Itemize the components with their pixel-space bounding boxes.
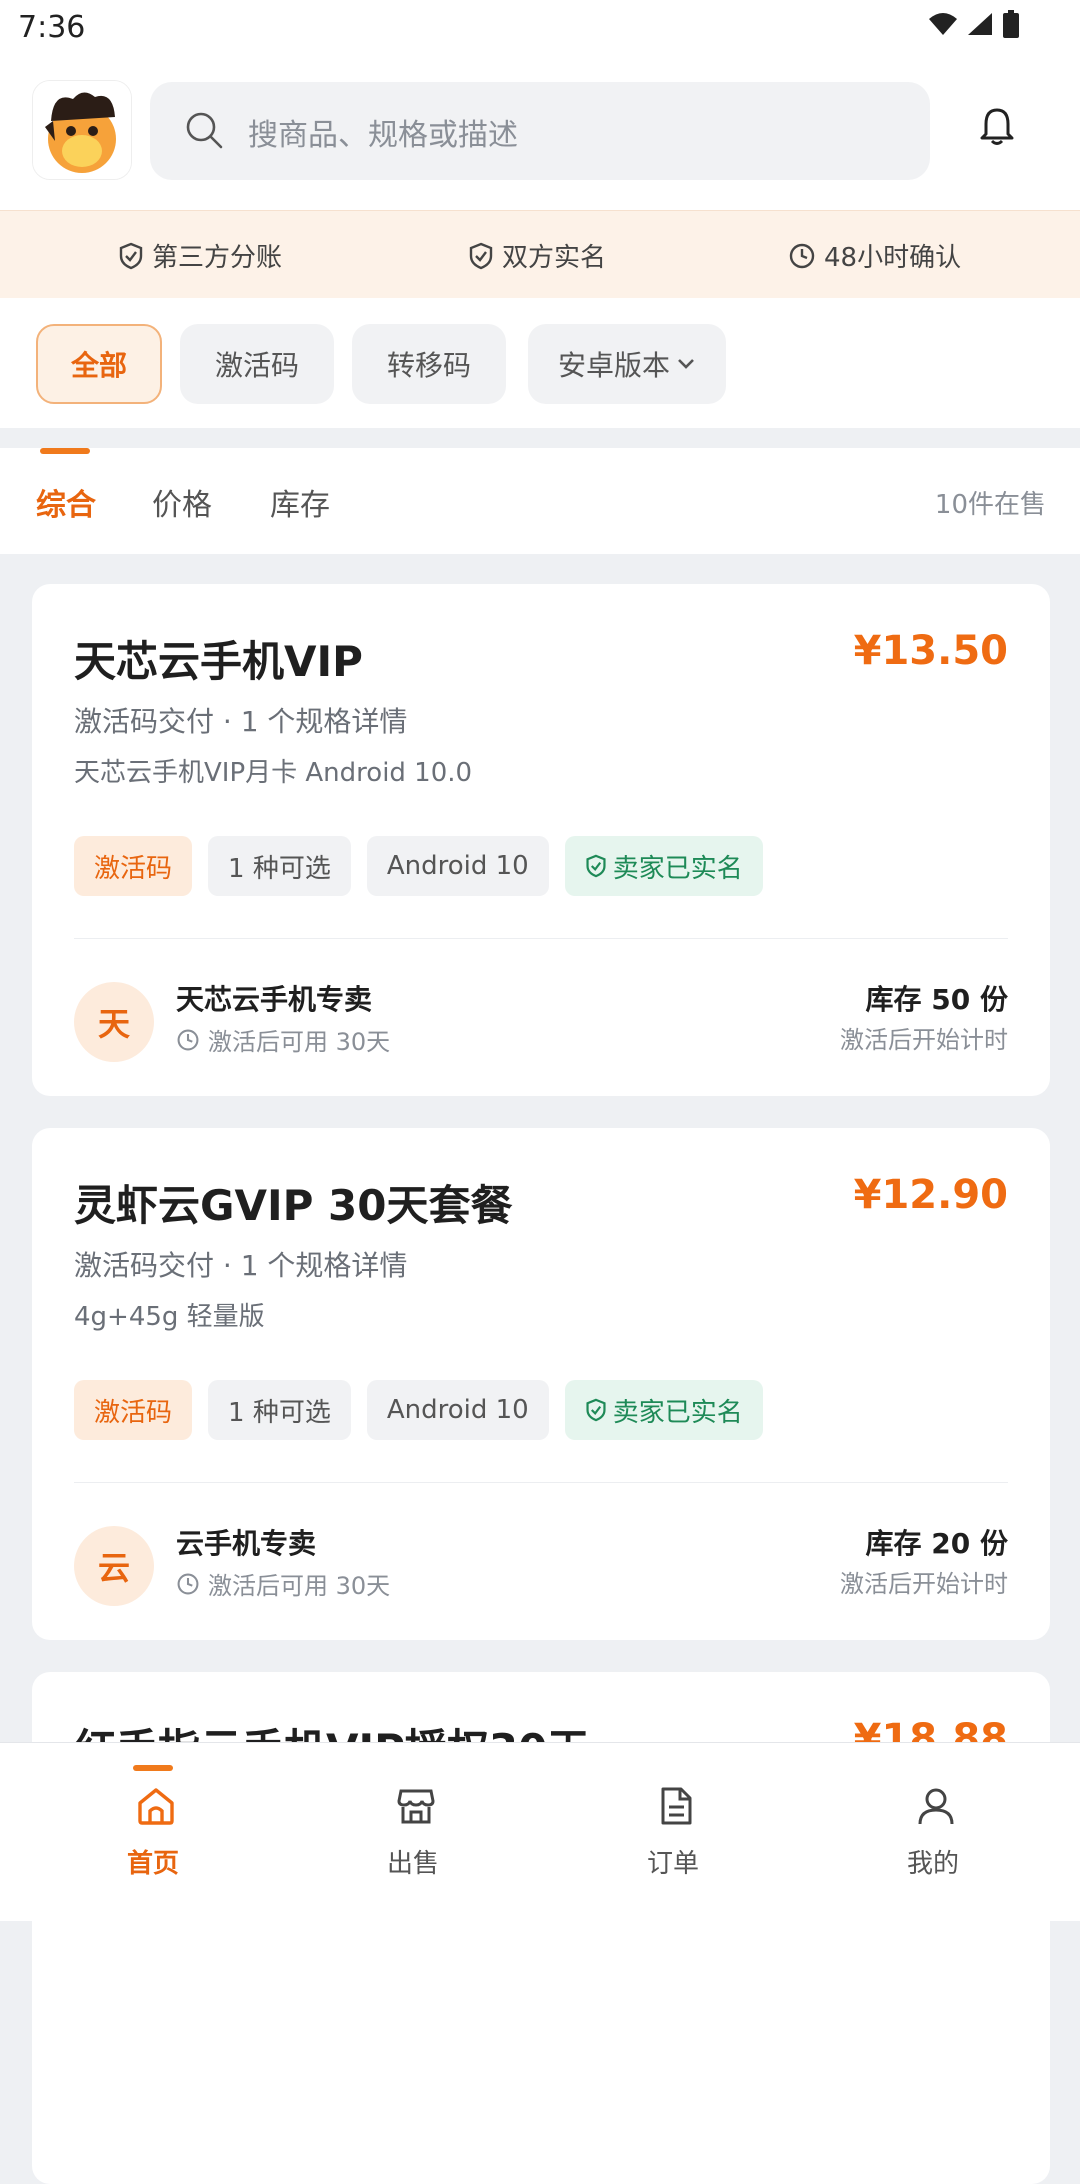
- sort-bar: 综合 价格 库存 10件在售: [0, 448, 1080, 554]
- nav-me[interactable]: 我的: [798, 1743, 1068, 1921]
- search-bar[interactable]: 搜商品、规格或描述: [150, 82, 930, 180]
- clock-icon: [789, 243, 815, 268]
- wifi-icon: [929, 13, 957, 35]
- divider: [74, 938, 1008, 939]
- tag-android-version: Android 10: [366, 836, 549, 896]
- seller-name: 云手机专卖: [176, 1527, 317, 1560]
- filter-chip-all[interactable]: 全部: [36, 324, 162, 404]
- product-stock: 库存 20 份: [865, 1527, 1008, 1560]
- tag-label: 卖家已实名: [612, 1397, 743, 1428]
- tag-options: 1 种可选: [208, 836, 351, 896]
- tag-options: 1 种可选: [208, 1380, 351, 1440]
- status-time: 7:36: [18, 10, 86, 45]
- shield-icon: [469, 242, 493, 269]
- stock-note: 激活后开始计时: [840, 1026, 1008, 1054]
- guarantee-real-name: 双方实名: [468, 237, 606, 274]
- stock-note: 激活后开始计时: [840, 1570, 1008, 1598]
- chip-label: 激活码: [214, 349, 299, 382]
- seller-validity: 激活后可用 30天: [176, 1022, 390, 1057]
- shield-icon: [119, 242, 143, 269]
- sort-tab-comprehensive[interactable]: 综合: [36, 480, 96, 524]
- notification-button[interactable]: [980, 106, 1014, 150]
- seller-avatar: 天: [74, 982, 154, 1062]
- product-price: ¥13.50: [853, 628, 1008, 674]
- bottom-nav: 首页 出售 订单 我的: [0, 1742, 1080, 1921]
- clock-icon: [177, 1573, 199, 1594]
- nav-label: 我的: [906, 1849, 959, 1879]
- status-icons: [928, 10, 1020, 38]
- seller-name: 天芯云手机专卖: [176, 983, 373, 1016]
- product-tags: 激活码 1 种可选 Android 10 卖家已实名: [74, 836, 763, 896]
- product-tags: 激活码 1 种可选 Android 10 卖家已实名: [74, 1380, 763, 1440]
- search-placeholder: 搜商品、规格或描述: [248, 118, 518, 153]
- chevron-down-icon: [678, 359, 694, 369]
- guarantee-label: 48小时确认: [824, 243, 962, 273]
- nav-label: 出售: [386, 1849, 439, 1879]
- product-description: 天芯云手机VIP月卡 Android 10.0: [74, 758, 473, 788]
- seller-avatar: 云: [74, 1526, 154, 1606]
- product-price: ¥12.90: [853, 1172, 1008, 1218]
- document-icon: [661, 1787, 692, 1825]
- product-stock: 库存 50 份: [865, 983, 1008, 1016]
- guarantee-48h: 48小时确认: [788, 237, 961, 274]
- status-bar: 7:36: [0, 0, 1080, 56]
- tag-verified-seller: 卖家已实名: [564, 1380, 763, 1440]
- divider: [74, 1482, 1008, 1483]
- filter-chips: 全部 激活码 转移码 安卓版本: [0, 298, 1080, 428]
- shield-check-icon: [586, 854, 606, 878]
- validity-label: 激活后可用 30天: [208, 1028, 391, 1056]
- app-logo[interactable]: [32, 80, 132, 180]
- guarantee-label: 双方实名: [502, 243, 607, 273]
- product-card[interactable]: 灵虾云GVIP 30天套餐 ¥12.90 激活码交付 · 1 个规格详情 4g+…: [32, 1128, 1050, 1640]
- product-title: 天芯云手机VIP: [74, 637, 363, 686]
- filter-chip-android-version[interactable]: 安卓版本: [528, 324, 726, 404]
- tag-android-version: Android 10: [366, 1380, 549, 1440]
- search-icon: [186, 112, 223, 149]
- home-icon: [138, 1788, 174, 1825]
- nav-sell[interactable]: 出售: [278, 1743, 548, 1921]
- tag-label: 卖家已实名: [612, 853, 743, 884]
- validity-label: 激活后可用 30天: [208, 1572, 391, 1600]
- nav-label: 首页: [126, 1849, 179, 1879]
- guarantee-split-billing: 第三方分账: [118, 237, 282, 274]
- nav-label: 订单: [646, 1849, 699, 1879]
- tag-verified-seller: 卖家已实名: [564, 836, 763, 896]
- nav-home[interactable]: 首页: [18, 1743, 288, 1921]
- user-icon: [918, 1788, 954, 1825]
- tag-activation-code: 激活码: [74, 1380, 193, 1440]
- sort-tab-price[interactable]: 价格: [152, 480, 212, 524]
- shield-check-icon: [586, 1398, 606, 1422]
- clock-icon: [177, 1029, 199, 1050]
- seller-validity: 激活后可用 30天: [176, 1566, 390, 1601]
- guarantee-label: 第三方分账: [152, 243, 283, 273]
- nav-orders[interactable]: 订单: [538, 1743, 808, 1921]
- sort-tab-stock[interactable]: 库存: [270, 480, 330, 524]
- product-card[interactable]: 天芯云手机VIP ¥13.50 激活码交付 · 1 个规格详情 天芯云手机VIP…: [32, 584, 1050, 1096]
- header: 搜商品、规格或描述: [0, 56, 1080, 210]
- signal-icon: [968, 13, 992, 35]
- product-title: 灵虾云GVIP 30天套餐: [74, 1181, 513, 1230]
- tag-activation-code: 激活码: [74, 836, 193, 896]
- chip-label: 全部: [70, 349, 127, 382]
- bell-icon: [980, 108, 1014, 145]
- listing-count: 10件在售: [934, 490, 1046, 520]
- store-icon: [397, 1789, 435, 1824]
- filter-chip-transfer-code[interactable]: 转移码: [352, 324, 506, 404]
- chip-label: 安卓版本: [557, 349, 670, 382]
- guarantee-bar: 第三方分账 双方实名 48小时确认: [0, 210, 1080, 300]
- filter-chip-activation-code[interactable]: 激活码: [180, 324, 334, 404]
- sort-active-indicator: [40, 448, 90, 454]
- product-subtitle: 激活码交付 · 1 个规格详情: [74, 705, 408, 738]
- product-description: 4g+45g 轻量版: [74, 1302, 265, 1332]
- battery-icon: [1003, 10, 1019, 38]
- chip-label: 转移码: [386, 349, 471, 382]
- product-subtitle: 激活码交付 · 1 个规格详情: [74, 1249, 408, 1282]
- nav-active-indicator: [133, 1765, 173, 1771]
